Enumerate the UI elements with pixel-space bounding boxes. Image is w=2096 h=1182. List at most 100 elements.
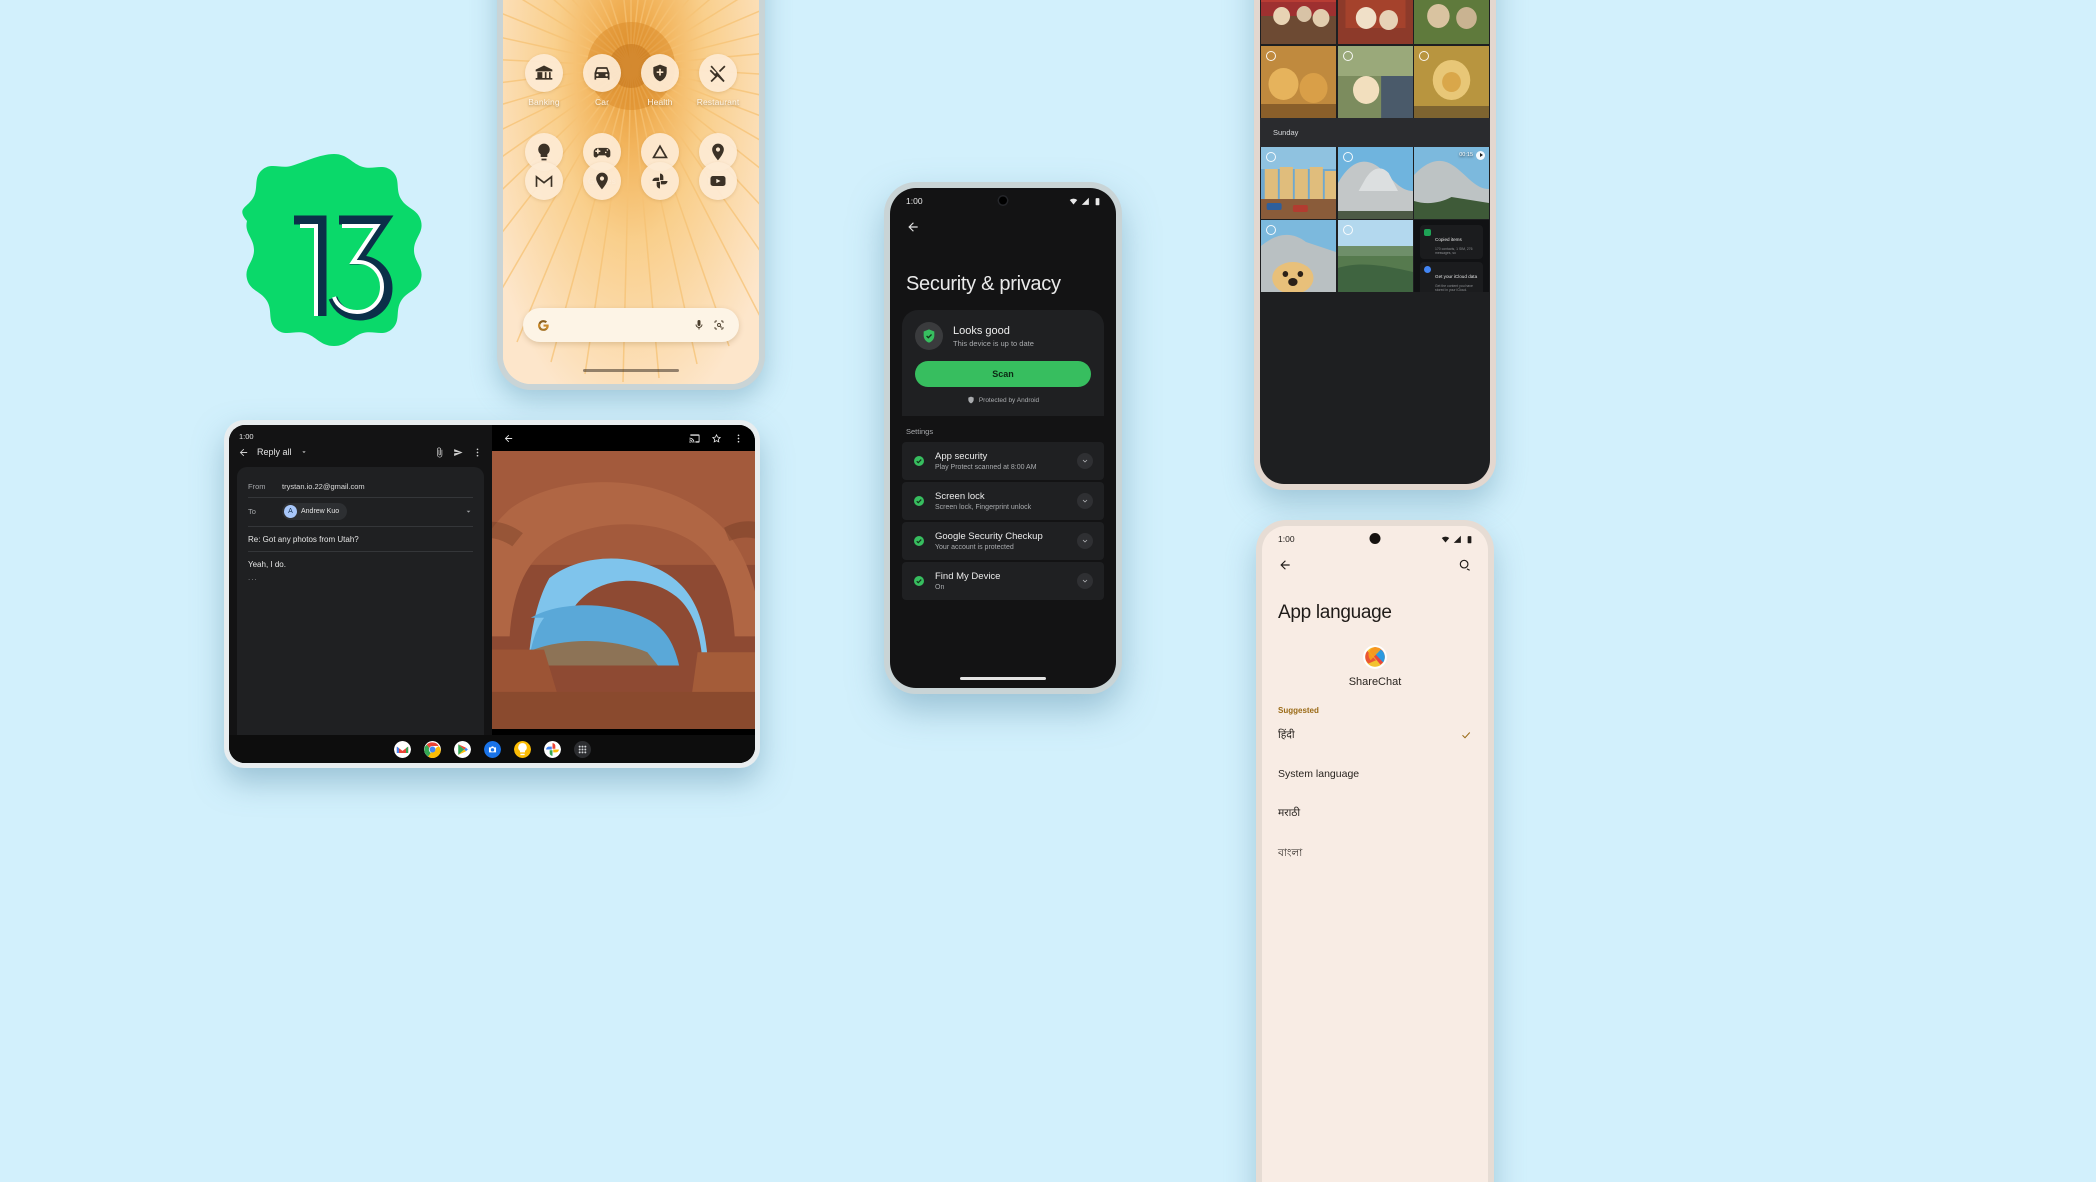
migration-item[interactable]: Copied items 170 contacts, 1 SIM, 276 me… <box>1420 225 1483 259</box>
chevron-down-icon[interactable] <box>464 507 473 516</box>
language-item-hindi[interactable]: हिंदी <box>1262 715 1488 755</box>
migration-title: Copied items <box>1435 237 1462 242</box>
back-arrow-icon[interactable] <box>1278 558 1292 572</box>
back-arrow-icon[interactable] <box>503 433 514 444</box>
microphone-icon[interactable] <box>693 319 705 331</box>
body-field[interactable]: Yeah, I do. <box>248 552 473 573</box>
dock-app-youtube[interactable] <box>689 162 747 200</box>
photo-select-circle[interactable] <box>1342 225 1353 235</box>
pixel-home-screen-device: Banking Car Health Restaurant <box>497 0 765 390</box>
status-bar: 1:00 <box>890 188 1116 214</box>
cast-icon[interactable] <box>689 433 700 444</box>
overflow-menu-icon[interactable] <box>733 433 744 444</box>
status-title: Looks good <box>953 324 1010 337</box>
migration-card-cell: Copied items 170 contacts, 1 SIM, 276 me… <box>1414 220 1489 292</box>
photo-cell[interactable] <box>1261 45 1336 118</box>
car-icon <box>583 54 621 92</box>
gesture-nav-bar[interactable] <box>583 368 679 372</box>
photo-select-circle[interactable] <box>1419 50 1429 61</box>
language-item-bengali[interactable]: বাংলা <box>1262 833 1488 876</box>
language-toolbar <box>1262 552 1488 572</box>
setting-row-screen-lock[interactable]: Screen lock Screen lock, Fingerprint unl… <box>902 482 1104 520</box>
photo-cell[interactable] <box>1337 146 1413 219</box>
photo-select-circle[interactable] <box>1266 225 1276 235</box>
play-icon[interactable] <box>1476 150 1485 160</box>
photos-icon[interactable] <box>543 740 561 758</box>
photo-cell[interactable] <box>1261 220 1336 292</box>
chevron-down-icon[interactable] <box>1077 533 1093 549</box>
icloud-icon <box>1424 265 1431 273</box>
photo-select-circle[interactable] <box>1266 50 1276 61</box>
status-summary: Looks good This device is up to date <box>915 322 1091 350</box>
setting-row-app-security[interactable]: App security Play Protect scanned at 8:0… <box>902 442 1104 480</box>
home-app-car[interactable]: Car <box>573 54 631 107</box>
check-circle-icon <box>914 456 924 466</box>
camera-punch-hole <box>1369 533 1381 544</box>
device-bezel: This app will have access to only the ph… <box>1254 0 1496 490</box>
chevron-down-icon[interactable] <box>1077 573 1093 589</box>
suggested-label: Suggested <box>1278 706 1319 715</box>
dock-app-photos[interactable] <box>631 162 689 200</box>
home-app-banking[interactable]: Banking <box>515 54 573 107</box>
photo-cell[interactable] <box>1337 45 1413 118</box>
chevron-down-icon[interactable] <box>1077 493 1093 509</box>
back-arrow-icon <box>908 222 918 232</box>
youtube-icon <box>699 162 737 200</box>
compose-card: From trystan.io.22@gmail.com To A Andrew… <box>237 467 484 763</box>
search-icon[interactable] <box>1458 558 1472 572</box>
send-icon[interactable] <box>453 447 464 458</box>
attachment-icon[interactable] <box>434 446 445 458</box>
home-app-restaurant[interactable]: Restaurant <box>689 54 747 107</box>
utah-arch-photo[interactable] <box>492 451 755 729</box>
status-time: 1:00 <box>906 196 923 206</box>
google-search-bar[interactable] <box>523 308 739 342</box>
keep-icon[interactable] <box>513 740 531 758</box>
back-button[interactable] <box>890 214 1116 239</box>
photo-cell[interactable] <box>1337 220 1413 292</box>
photo-cell[interactable]: 00:15 <box>1414 146 1489 219</box>
dock-app-maps[interactable] <box>573 162 631 200</box>
photo-picker-device: This app will have access to only the ph… <box>1254 0 1496 490</box>
from-value: trystan.io.22@gmail.com <box>282 482 365 491</box>
migration-item[interactable]: Get your iCloud data Get the content you… <box>1420 261 1483 292</box>
chevron-down-icon[interactable] <box>300 448 308 456</box>
photo-cell[interactable] <box>1261 0 1336 44</box>
star-outline-icon[interactable] <box>711 433 722 444</box>
screenshot-stage: Banking Car Health Restaurant 1:00 Reply… <box>0 0 2096 1182</box>
google-lens-icon[interactable] <box>713 319 725 331</box>
gesture-nav-bar[interactable] <box>960 677 1046 680</box>
subject-field[interactable]: Re: Got any photos from Utah? <box>248 527 473 552</box>
compose-mode-label: Reply all <box>257 447 292 457</box>
setting-row-google-security-checkup[interactable]: Google Security Checkup Your account is … <box>902 522 1104 560</box>
chrome-icon[interactable] <box>423 740 441 758</box>
from-row[interactable]: From trystan.io.22@gmail.com <box>248 477 473 498</box>
photo-cell[interactable] <box>1337 0 1413 44</box>
to-row[interactable]: To A Andrew Kuo <box>248 498 473 527</box>
photo-select-circle[interactable] <box>1342 50 1353 61</box>
play-store-icon[interactable] <box>453 740 471 758</box>
photo-viewer-toolbar <box>492 425 755 451</box>
signature-toggle[interactable]: ... <box>248 573 473 582</box>
photo-cell[interactable] <box>1261 146 1336 219</box>
protected-by-android-note: Protected by Android <box>915 396 1091 404</box>
photos-icon <box>641 162 679 200</box>
scan-button[interactable]: Scan <box>915 361 1091 387</box>
check-circle-icon <box>914 576 924 586</box>
overflow-menu-icon[interactable] <box>472 447 483 458</box>
language-item-system[interactable]: System language <box>1262 755 1488 793</box>
language-item-marathi[interactable]: मराठी <box>1262 793 1488 833</box>
app-drawer-icon[interactable] <box>573 740 591 758</box>
home-app-health[interactable]: Health <box>631 54 689 107</box>
chevron-down-icon[interactable] <box>1077 453 1093 469</box>
photo-select-circle[interactable] <box>1266 151 1276 162</box>
back-arrow-icon[interactable] <box>238 447 249 458</box>
recipient-chip[interactable]: A Andrew Kuo <box>282 503 348 520</box>
language-label: বাংলা <box>1278 847 1303 859</box>
setting-row-find-my-device[interactable]: Find My Device On <box>902 562 1104 600</box>
dock-app-gmail[interactable] <box>515 162 573 200</box>
photo-select-circle[interactable] <box>1342 151 1353 162</box>
camera-icon[interactable] <box>483 740 501 758</box>
gmail-icon[interactable] <box>393 740 411 758</box>
photo-cell[interactable] <box>1414 0 1489 44</box>
photo-cell[interactable] <box>1414 45 1489 118</box>
